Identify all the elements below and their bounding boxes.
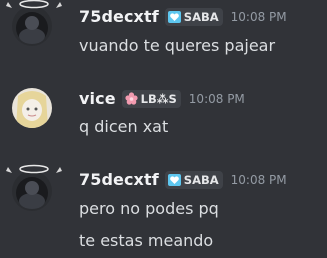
avatar-image [12, 171, 52, 211]
message-header: 75decxtf SABA 10:08 PM [79, 7, 287, 26]
server-tag-label: LB⁂S [140, 91, 177, 106]
message-group: 75decxtf SABA 10:08 PM vuando te queres … [0, 0, 327, 70]
chat-messages: 75decxtf SABA 10:08 PM vuando te queres … [0, 0, 327, 258]
username[interactable]: 75decxtf [79, 7, 159, 26]
timestamp: 10:08 PM [188, 91, 245, 106]
server-tag-label: SABA [183, 172, 219, 187]
avatar-image [12, 6, 52, 46]
heart-icon [167, 173, 181, 186]
username[interactable]: 75decxtf [79, 170, 159, 189]
avatar[interactable] [6, 164, 62, 211]
message-header: vice LB⁂S 10:08 PM [79, 89, 245, 108]
server-tag[interactable]: SABA [164, 170, 223, 189]
avatar-image [12, 88, 52, 128]
message-text: vuando te queres pajear [79, 36, 276, 55]
username[interactable]: vice [79, 89, 116, 108]
flower-icon [125, 92, 138, 105]
halo-decoration-icon [6, 164, 62, 174]
server-tag[interactable]: SABA [164, 7, 223, 26]
halo-decoration-icon [6, 0, 62, 9]
message-group: 75decxtf SABA 10:08 PM pero no podes pq … [0, 160, 327, 258]
message-text: q dicen xat [79, 117, 169, 136]
timestamp: 10:08 PM [230, 9, 287, 24]
server-tag[interactable]: LB⁂S [121, 89, 181, 108]
message-text: te estas meando [79, 231, 214, 250]
message-header: 75decxtf SABA 10:08 PM [79, 170, 287, 189]
timestamp: 10:08 PM [230, 172, 287, 187]
message-text: pero no podes pq [79, 199, 219, 218]
avatar[interactable] [12, 88, 52, 128]
server-tag-label: SABA [183, 9, 219, 24]
message-group: vice LB⁂S 10:08 PM q dicen xat [0, 80, 327, 150]
avatar[interactable] [6, 0, 62, 46]
heart-icon [167, 10, 181, 23]
